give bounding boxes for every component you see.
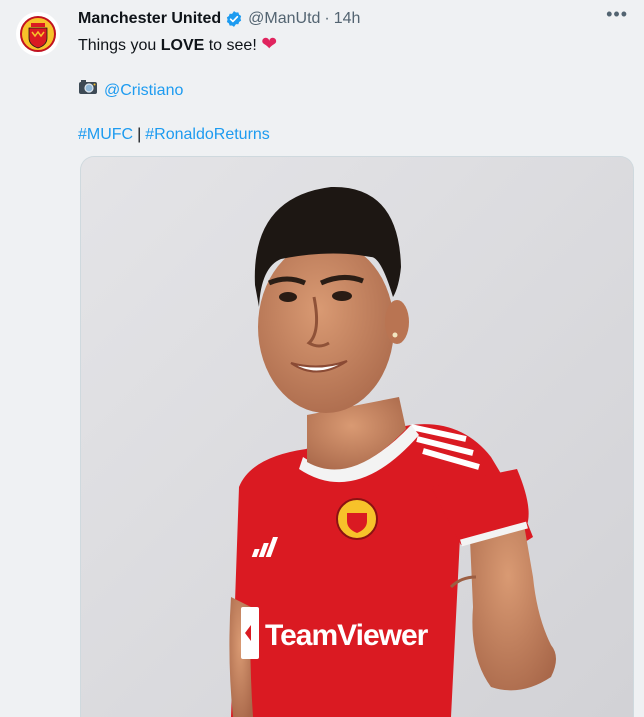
tweet-header: Manchester United @ManUtd · 14h bbox=[78, 8, 634, 30]
mention-link[interactable]: @Cristiano bbox=[104, 80, 183, 102]
tweet[interactable]: Manchester United @ManUtd · 14h Things y… bbox=[0, 0, 644, 717]
hashtag-line: #MUFC | #RonaldoReturns bbox=[78, 124, 634, 146]
avatar[interactable] bbox=[16, 12, 60, 56]
camera-icon bbox=[78, 79, 98, 102]
tweet-content: Manchester United @ManUtd · 14h Things y… bbox=[78, 8, 634, 146]
tweet-text-suffix: to see! bbox=[204, 37, 262, 54]
tweet-text-line: Things you LOVE to see! ❤ bbox=[78, 34, 634, 57]
hashtag-link-mufc[interactable]: #MUFC bbox=[78, 126, 133, 143]
more-options-icon[interactable]: ••• bbox=[606, 4, 628, 25]
heart-icon: ❤ bbox=[261, 34, 278, 55]
tweet-text-bold: LOVE bbox=[160, 37, 205, 54]
club-crest-icon bbox=[17, 13, 59, 55]
sponsor-text: TeamViewer bbox=[265, 619, 429, 652]
hashtag-link-ronaldo-returns[interactable]: #RonaldoReturns bbox=[145, 126, 270, 143]
tweet-media-image[interactable]: TeamViewer bbox=[80, 156, 634, 717]
display-name[interactable]: Manchester United bbox=[78, 10, 221, 28]
verified-badge-icon bbox=[225, 10, 243, 28]
hashtag-separator: | bbox=[137, 126, 142, 143]
separator-dot: · bbox=[324, 10, 330, 27]
tweet-text-prefix: Things you bbox=[78, 37, 161, 54]
timestamp[interactable]: 14h bbox=[334, 10, 361, 28]
handle[interactable]: @ManUtd bbox=[248, 10, 320, 28]
mention-line: @Cristiano bbox=[78, 79, 634, 102]
